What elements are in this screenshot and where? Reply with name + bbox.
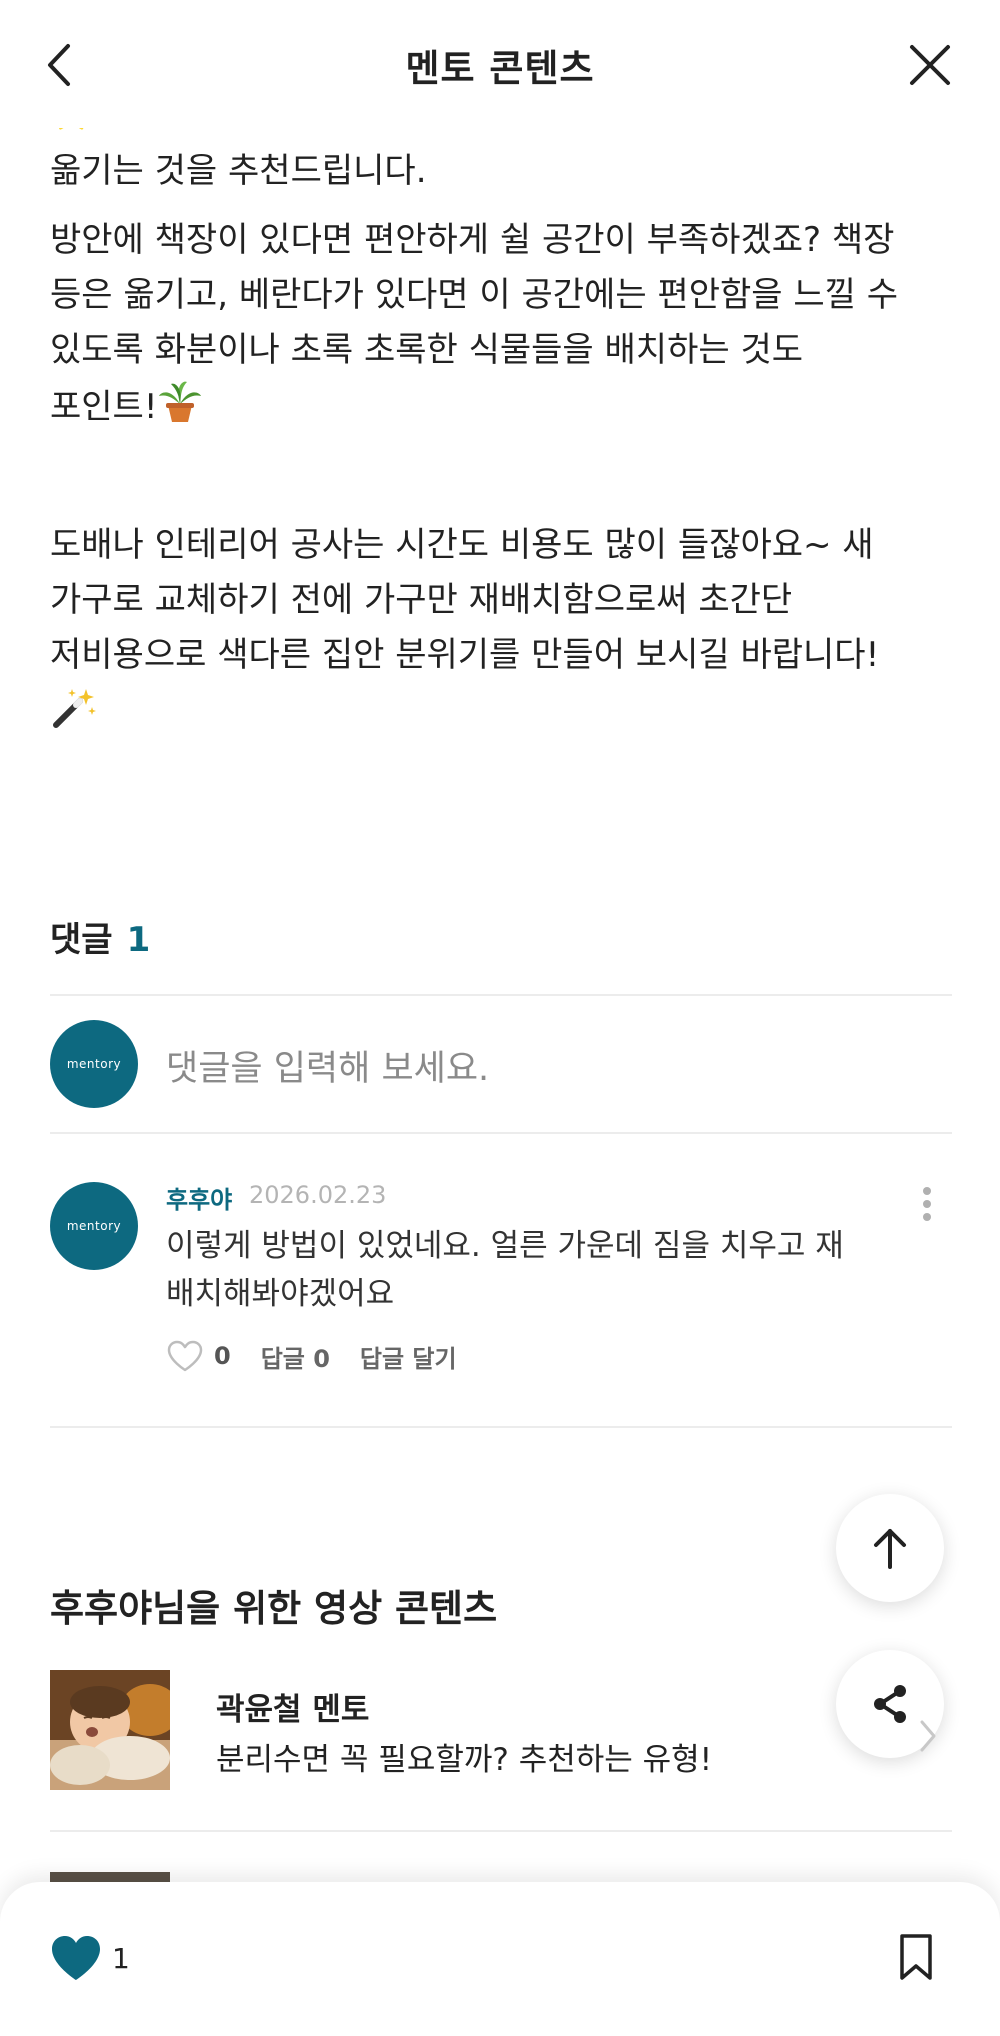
- comment-date: 2026.02.23: [249, 1181, 387, 1209]
- top-app-bar: 멘토 콘텐츠: [0, 0, 1000, 128]
- comments-header: 댓글 1: [50, 912, 150, 961]
- divider: [50, 1132, 952, 1134]
- comment-author[interactable]: 후후야: [166, 1180, 232, 1215]
- page-title: 멘토 콘텐츠: [405, 47, 595, 90]
- recommend-section-title: 후후야님을 위한 영상 콘텐츠: [50, 1587, 498, 1630]
- scroll-top-button[interactable]: [836, 1494, 944, 1602]
- comment-text: 이렇게 방법이 있었네요. 얼른 가운데 짐을 치우고 재 배치해봐야겠어요: [166, 1222, 886, 1318]
- article-line: 옮기는 것을 추천드립니다.: [50, 151, 427, 191]
- video-thumbnail[interactable]: [50, 1670, 170, 1790]
- chevron-right-icon[interactable]: [918, 1718, 938, 1754]
- bottom-action-bar: 1: [0, 1882, 1000, 2036]
- comment-like-count: 0: [214, 1342, 231, 1370]
- comment-actions: 0 답글 0 답글 달기: [166, 1336, 457, 1376]
- reply-button[interactable]: 답글 달기: [360, 1339, 457, 1374]
- bookmark-icon[interactable]: [898, 1932, 934, 1982]
- magic-wand-emoji-icon: [53, 689, 96, 728]
- close-icon[interactable]: [905, 42, 955, 88]
- divider: [50, 1426, 952, 1428]
- divider: [50, 1830, 952, 1832]
- article-paragraph: 방안에 책장이 있다면 편안하게 쉴 공간이 부족하겠죠? 책장 등은 옮기고,…: [50, 213, 960, 435]
- article-paragraph: 도배나 인테리어 공사는 시간도 비용도 많이 들잖아요~ 새 가구로 교체하기…: [50, 525, 880, 675]
- heart-outline-icon[interactable]: [166, 1339, 204, 1373]
- comment-input[interactable]: 댓글을 입력해 보세요.: [166, 1040, 489, 1091]
- sleeping-baby-image: [50, 1670, 170, 1790]
- like-total-count: 1: [112, 1942, 130, 1975]
- share-icon: [874, 1685, 906, 1723]
- my-avatar: mentory: [50, 1020, 138, 1108]
- comments-label: 댓글: [50, 920, 113, 960]
- reply-count-label[interactable]: 답글 0: [261, 1339, 330, 1374]
- plant-emoji-icon: [159, 381, 202, 422]
- more-vertical-icon[interactable]: [920, 1186, 934, 1222]
- heart-filled-icon[interactable]: [50, 1934, 102, 1982]
- article-body: ⭐ 남은 물건은 다 담기에 있는 것으로 내 주거할 공간으로 옮기는 것을 …: [50, 96, 960, 731]
- avatar-logo-text: mentory: [66, 1219, 122, 1233]
- comments-count: 1: [126, 920, 151, 960]
- divider: [50, 994, 952, 996]
- video-mentor-name[interactable]: 곽윤철 멘토: [216, 1684, 369, 1729]
- avatar-logo-text: mentory: [66, 1057, 122, 1071]
- comment-text-content: 이렇게 방법이 있었네요. 얼른 가운데 짐을 치우고 재 배치해봐야겠어요: [166, 1228, 844, 1312]
- commenter-avatar: mentory: [50, 1182, 138, 1270]
- video-description[interactable]: 분리수면 꼭 필요할까? 추천하는 유형!: [216, 1734, 712, 1779]
- arrow-up-icon: [874, 1529, 906, 1569]
